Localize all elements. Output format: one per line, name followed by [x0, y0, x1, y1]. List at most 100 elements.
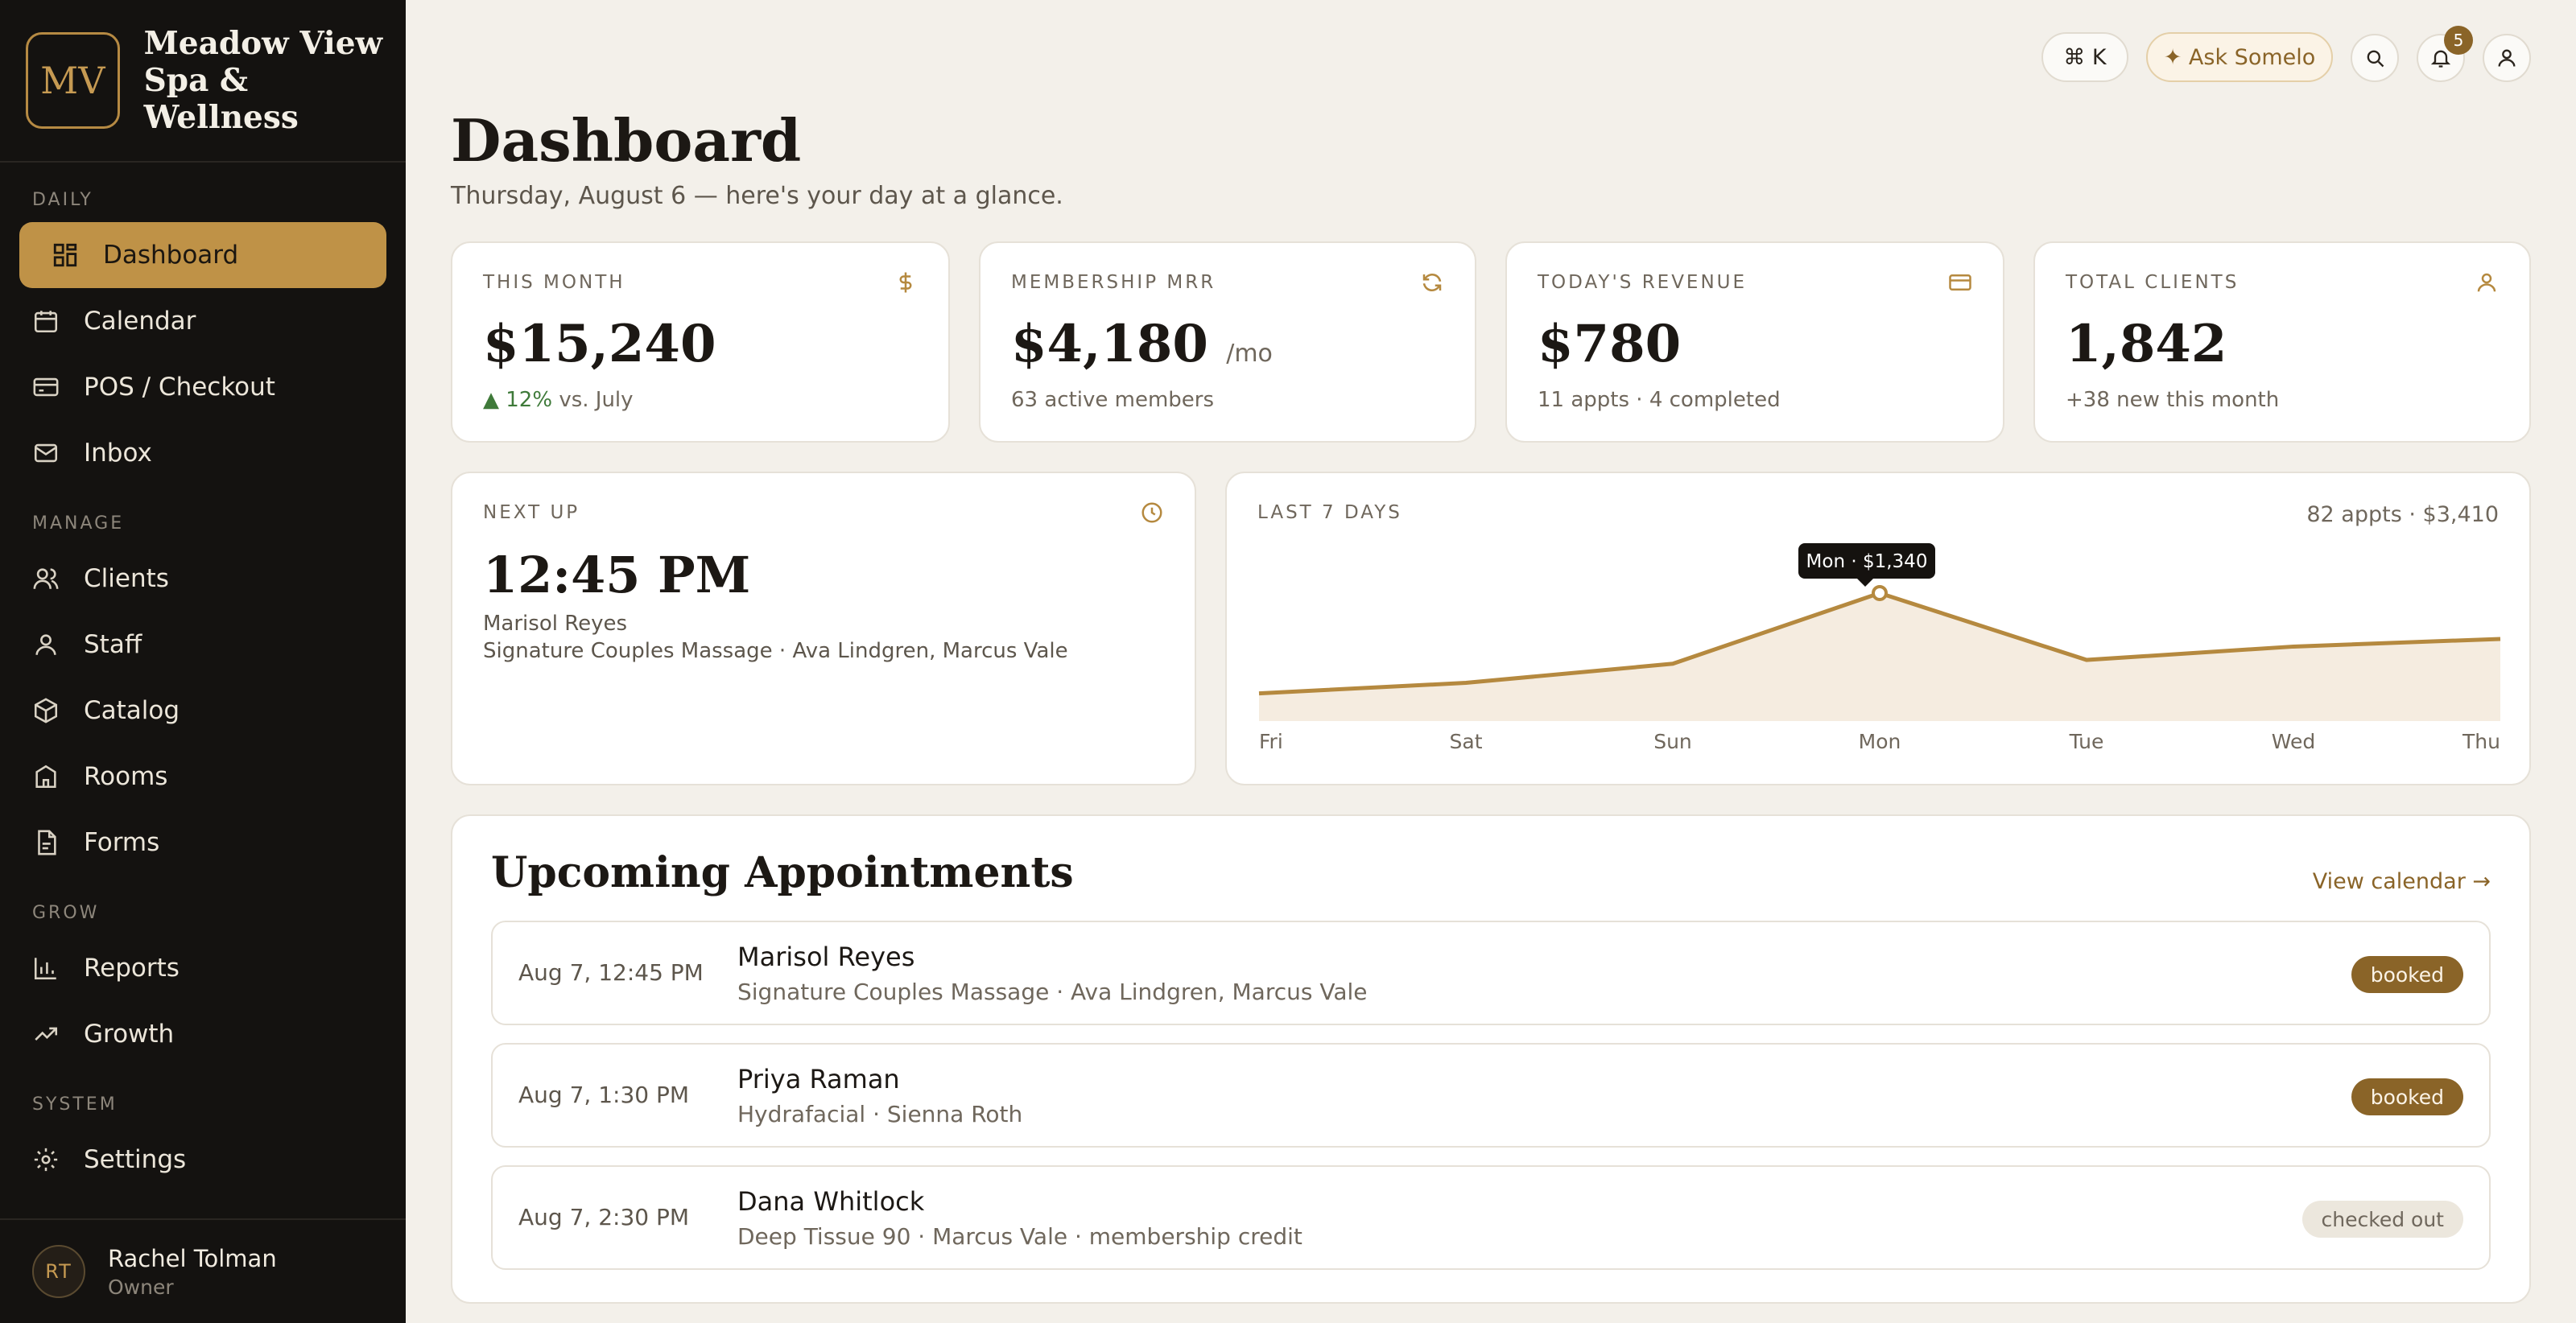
nav-section-manage: MANAGE: [32, 513, 125, 534]
box-icon: [32, 697, 60, 724]
area-chart: Fri Sat Sun Mon Tue Wed Thu Mon · $1,340: [1258, 542, 2501, 753]
stat-foot: 11 appts · 4 completed: [1538, 388, 1781, 412]
next-up-card[interactable]: NEXT UP 12:45 PM Marisol Reyes Signature…: [451, 472, 1196, 785]
next-up-detail: Signature Couples Massage · Ava Lindgren…: [483, 639, 1068, 663]
sidebar-item-label: Settings: [84, 1145, 187, 1174]
sidebar-item-label: POS / Checkout: [84, 373, 275, 402]
sidebar-item-catalog[interactable]: Catalog: [19, 678, 386, 744]
mail-icon: [32, 439, 60, 467]
stat-value: 1,842: [2066, 314, 2227, 374]
appointment-client: Marisol Reyes: [737, 942, 915, 972]
sidebar-item-growth[interactable]: Growth: [19, 1001, 386, 1067]
account-button[interactable]: [2483, 34, 2531, 82]
stat-card-todays-revenue: TODAY'S REVENUE $780 11 appts · 4 comple…: [1505, 241, 2004, 443]
stat-card-this-month: THIS MONTH $15,240 ▲ 12% vs. July: [451, 241, 950, 443]
tooltip-text: Mon · $1,340: [1806, 551, 1928, 572]
stat-label: THIS MONTH: [483, 272, 625, 293]
user-profile[interactable]: RT Rachel Tolman Owner: [0, 1218, 406, 1323]
search-icon: [2367, 50, 2384, 68]
x-tick-label: Mon: [1859, 730, 1901, 753]
sidebar-item-dashboard[interactable]: Dashboard: [19, 222, 386, 288]
trend-up-icon: [32, 1020, 60, 1048]
refresh-icon: [1420, 270, 1444, 295]
appointment-time: Aug 7, 2:30 PM: [518, 1204, 690, 1230]
appointment-time: Aug 7, 12:45 PM: [518, 959, 704, 986]
appointment-row[interactable]: Aug 7, 12:45 PM Marisol Reyes Signature …: [491, 921, 2491, 1025]
x-tick-label: Thu: [2462, 730, 2500, 753]
stat-unit: /mo: [1226, 340, 1273, 368]
nav-section-system: SYSTEM: [32, 1094, 118, 1115]
next-up-label: NEXT UP: [483, 502, 580, 523]
stat-card-membership-mrr: MEMBERSHIP MRR $4,180 /mo 63 active memb…: [979, 241, 1476, 443]
status-badge: booked: [2351, 956, 2463, 993]
sidebar-item-calendar[interactable]: Calendar: [19, 288, 386, 354]
appointment-client: Dana Whitlock: [737, 1186, 925, 1217]
credit-card-icon: [1948, 270, 1972, 295]
status-badge: booked: [2351, 1078, 2463, 1115]
search-button[interactable]: [2351, 34, 2399, 82]
credit-card-icon: [32, 373, 60, 401]
stat-value-number: $4,180: [1011, 314, 1208, 374]
ask-somelo-button[interactable]: ✦ Ask Somelo: [2146, 32, 2333, 82]
sidebar-item-staff[interactable]: Staff: [19, 612, 386, 678]
sidebar-item-pos-checkout[interactable]: POS / Checkout: [19, 354, 386, 420]
status-badge: checked out: [2301, 1201, 2463, 1238]
brand-name: Meadow View Spa & Wellness: [144, 25, 406, 136]
sidebar-item-forms[interactable]: Forms: [19, 810, 386, 876]
stat-label: TOTAL CLIENTS: [2066, 272, 2240, 293]
stat-foot: 63 active members: [1011, 388, 1215, 412]
document-icon: [32, 829, 60, 856]
users-icon: [32, 565, 60, 592]
user-icon: [2475, 270, 2499, 295]
stat-card-total-clients: TOTAL CLIENTS 1,842 +38 new this month: [2033, 241, 2531, 443]
sidebar-item-label: Staff: [84, 630, 142, 659]
view-calendar-link[interactable]: View calendar →: [2313, 869, 2491, 894]
nav-section-grow: GROW: [32, 903, 100, 923]
sidebar-item-inbox[interactable]: Inbox: [19, 420, 386, 486]
command-palette-button[interactable]: ⌘ K: [2041, 32, 2128, 82]
dollar-icon: [894, 270, 918, 295]
chart-area-fill: [1259, 592, 2500, 721]
sidebar-item-label: Calendar: [84, 307, 196, 336]
grid-icon: [52, 241, 79, 269]
sidebar-item-settings[interactable]: Settings: [19, 1127, 386, 1193]
sidebar-item-label: Forms: [84, 828, 160, 857]
appointment-time: Aug 7, 1:30 PM: [518, 1082, 690, 1108]
user-icon: [2498, 49, 2516, 67]
next-up-time: 12:45 PM: [483, 546, 751, 604]
stat-label: TODAY'S REVENUE: [1538, 272, 1748, 293]
last-7-days-chart-card: LAST 7 DAYS 82 appts · $3,410 Fri Sat Sun M…: [1225, 472, 2531, 785]
stat-value: $4,180 /mo: [1011, 314, 1273, 374]
stat-value: $780: [1538, 314, 1682, 374]
sidebar-item-label: Inbox: [84, 439, 152, 468]
sidebar-item-label: Clients: [84, 564, 169, 593]
appointment-detail: Hydrafacial · Sienna Roth: [737, 1101, 1023, 1127]
user-icon: [32, 631, 60, 658]
brand[interactable]: MV Meadow View Spa & Wellness: [0, 0, 406, 163]
trend-up-value: ▲ 12%: [483, 388, 553, 412]
user-name: Rachel Tolman: [108, 1244, 277, 1272]
user-role: Owner: [108, 1275, 174, 1299]
page-title: Dashboard: [451, 106, 802, 175]
nav-section-daily: DAILY: [32, 190, 93, 210]
page-subtitle: Thursday, August 6 — here's your day at …: [451, 182, 1063, 210]
chart-highlight-point[interactable]: [1872, 584, 1888, 601]
sidebar-item-label: Dashboard: [103, 241, 239, 270]
appointment-row[interactable]: Aug 7, 1:30 PM Priya Raman Hydrafacial ·…: [491, 1043, 2491, 1148]
upcoming-appointments-card: Upcoming Appointments View calendar → Au…: [451, 814, 2531, 1304]
avatar: RT: [32, 1245, 85, 1298]
appointments-title: Upcoming Appointments: [491, 848, 1074, 897]
sidebar-item-clients[interactable]: Clients: [19, 546, 386, 612]
sidebar-item-reports[interactable]: Reports: [19, 935, 386, 1001]
user-info: Rachel Tolman Owner: [108, 1245, 277, 1299]
appointment-detail: Deep Tissue 90 · Marcus Vale · membershi…: [737, 1223, 1302, 1250]
stat-foot-text: vs. July: [552, 388, 634, 412]
stat-value: $15,240: [483, 314, 716, 374]
sidebar-item-rooms[interactable]: Rooms: [19, 744, 386, 810]
next-up-client: Marisol Reyes: [483, 612, 628, 636]
sidebar: MV Meadow View Spa & Wellness DAILY Dash…: [0, 0, 406, 1323]
chart-tooltip: Mon · $1,340: [1798, 542, 1935, 587]
gear-icon: [32, 1146, 60, 1173]
bar-chart-icon: [32, 954, 60, 982]
appointment-row[interactable]: Aug 7, 2:30 PM Dana Whitlock Deep Tissue…: [491, 1165, 2491, 1270]
